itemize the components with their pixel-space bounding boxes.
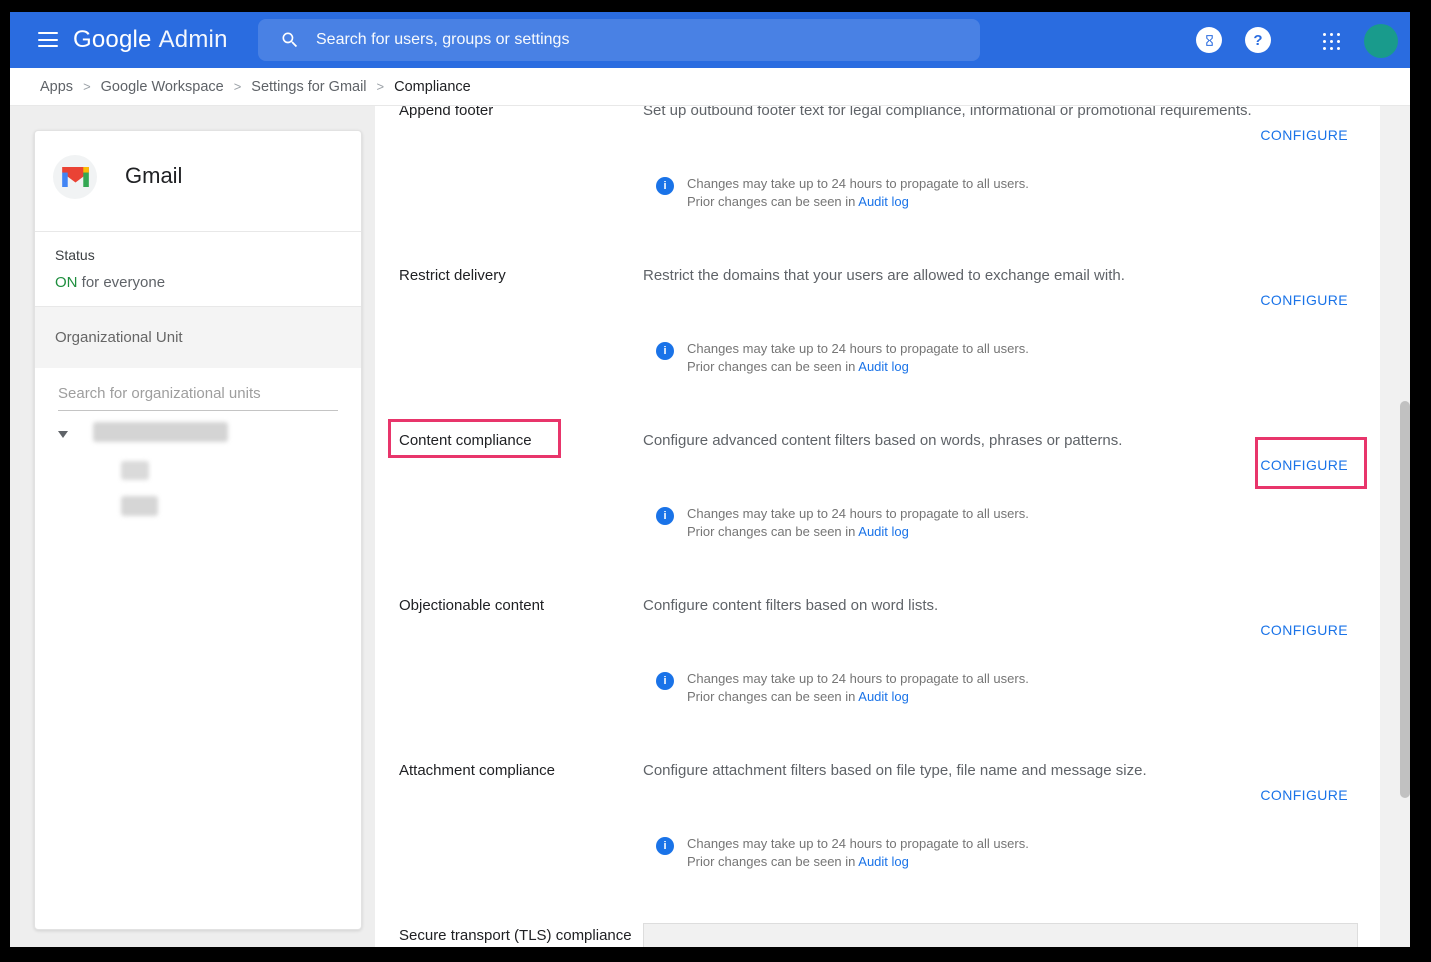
note-line2: Prior changes can be seen in [687, 854, 858, 869]
info-icon: i [656, 342, 674, 360]
gmail-card-header: Gmail [35, 131, 361, 232]
audit-log-link[interactable]: Audit log [858, 359, 909, 374]
org-unit-search-input[interactable] [58, 381, 338, 411]
breadcrumb: Apps > Google Workspace > Settings for G… [10, 68, 1410, 106]
scrollbar-thumb[interactable] [1400, 401, 1410, 798]
setting-title: Attachment compliance [399, 761, 634, 781]
info-icon: i [656, 507, 674, 525]
account-avatar[interactable] [1364, 24, 1398, 58]
note-line1: Changes may take up to 24 hours to propa… [687, 506, 1029, 521]
help-glyph: ? [1253, 32, 1262, 49]
note-line1: Changes may take up to 24 hours to propa… [687, 341, 1029, 356]
org-unit-child-redacted[interactable] [121, 496, 158, 516]
propagation-note: i Changes may take up to 24 hours to pro… [656, 670, 1029, 705]
status-value: ON for everyone [55, 274, 165, 291]
gmail-sidebar-card: Gmail Status ON for everyone Organizatio… [34, 130, 362, 930]
configure-button[interactable]: CONFIGURE [1260, 292, 1348, 308]
breadcrumb-item-google-workspace[interactable]: Google Workspace [101, 79, 224, 95]
note-line2: Prior changes can be seen in [687, 359, 858, 374]
gmail-logo-icon [53, 155, 97, 199]
setting-row-append-footer: Append footer Set up outbound footer tex… [375, 106, 1380, 266]
google-admin-logo: Google Admin [73, 12, 228, 68]
info-icon: i [656, 837, 674, 855]
note-line2: Prior changes can be seen in [687, 524, 858, 539]
global-search-input[interactable] [314, 30, 966, 50]
configure-button[interactable]: CONFIGURE [1260, 622, 1348, 638]
audit-log-link[interactable]: Audit log [858, 524, 909, 539]
audit-log-link[interactable]: Audit log [858, 689, 909, 704]
propagation-note: i Changes may take up to 24 hours to pro… [656, 835, 1029, 870]
setting-title: Objectionable content [399, 596, 634, 616]
apps-grid-icon[interactable] [1323, 33, 1340, 50]
setting-description: Configure content filters based on word … [643, 596, 1310, 616]
configure-button[interactable]: CONFIGURE [1260, 127, 1348, 143]
note-line2: Prior changes can be seen in [687, 689, 858, 704]
organizational-unit-header: Organizational Unit [35, 307, 361, 368]
setting-description: Restrict the domains that your users are… [643, 266, 1310, 286]
propagation-note: i Changes may take up to 24 hours to pro… [656, 505, 1029, 540]
content-area: Gmail Status ON for everyone Organizatio… [10, 106, 1410, 947]
org-unit-child-redacted[interactable] [121, 461, 149, 480]
configure-button[interactable]: CONFIGURE [1260, 787, 1348, 803]
setting-description: Configure advanced content filters based… [643, 431, 1310, 451]
setting-row-objectionable-content: Objectionable content Configure content … [375, 596, 1380, 761]
info-icon: i [656, 672, 674, 690]
setting-title: Append footer [399, 106, 634, 121]
hamburger-menu-icon[interactable] [38, 32, 58, 47]
org-unit-search[interactable] [58, 381, 338, 411]
note-line1: Changes may take up to 24 hours to propa… [687, 671, 1029, 686]
breadcrumb-separator: > [377, 79, 385, 94]
configure-button-content-compliance[interactable]: CONFIGURE [1260, 457, 1348, 473]
setting-title: Restrict delivery [399, 266, 634, 286]
help-icon[interactable]: ? [1245, 27, 1271, 53]
status-scope: for everyone [78, 274, 166, 291]
breadcrumb-item-settings-for-gmail[interactable]: Settings for Gmail [251, 79, 366, 95]
note-line1: Changes may take up to 24 hours to propa… [687, 836, 1029, 851]
status-section: Status ON for everyone [35, 232, 361, 307]
setting-row-attachment-compliance: Attachment compliance Configure attachme… [375, 761, 1380, 926]
breadcrumb-item-apps[interactable]: Apps [40, 79, 73, 95]
setting-title: Content compliance [399, 431, 634, 451]
breadcrumb-separator: > [83, 79, 91, 94]
app-title: Gmail [125, 163, 182, 189]
propagation-note: i Changes may take up to 24 hours to pro… [656, 340, 1029, 375]
org-unit-root-redacted[interactable] [93, 422, 228, 442]
app-bar: Google Admin ? [10, 12, 1410, 68]
audit-log-link[interactable]: Audit log [858, 854, 909, 869]
note-line1: Changes may take up to 24 hours to propa… [687, 176, 1029, 191]
audit-log-link[interactable]: Audit log [858, 194, 909, 209]
breadcrumb-current-compliance: Compliance [394, 79, 471, 95]
breadcrumb-separator: > [234, 79, 242, 94]
info-icon: i [656, 177, 674, 195]
setting-description: Configure attachment filters based on fi… [643, 761, 1310, 781]
organizational-unit-label: Organizational Unit [55, 329, 183, 346]
brand-admin: Admin [159, 26, 228, 54]
global-search-bar[interactable] [258, 19, 980, 61]
setting-row-restrict-delivery: Restrict delivery Restrict the domains t… [375, 266, 1380, 431]
tasks-hourglass-icon[interactable] [1196, 27, 1222, 53]
scrollbar-track[interactable] [1380, 106, 1410, 947]
status-on-badge: ON [55, 274, 78, 291]
admin-console-window: Google Admin ? Apps > Google Workspace >… [10, 12, 1410, 947]
propagation-note: i Changes may take up to 24 hours to pro… [656, 175, 1029, 210]
setting-title: Secure transport (TLS) compliance [399, 926, 634, 946]
setting-description: Set up outbound footer text for legal co… [643, 106, 1310, 121]
note-line2: Prior changes can be seen in [687, 194, 858, 209]
setting-row-secure-transport-tls: Secure transport (TLS) compliance [375, 926, 1380, 947]
settings-list: Append footer Set up outbound footer tex… [375, 106, 1380, 947]
org-tree-expand-icon[interactable] [58, 431, 68, 438]
setting-row-content-compliance: Content compliance Configure advanced co… [375, 431, 1380, 596]
brand-google: Google [73, 26, 152, 54]
search-icon [280, 30, 300, 50]
setting-panel-placeholder [643, 923, 1358, 947]
status-label: Status [55, 247, 95, 263]
